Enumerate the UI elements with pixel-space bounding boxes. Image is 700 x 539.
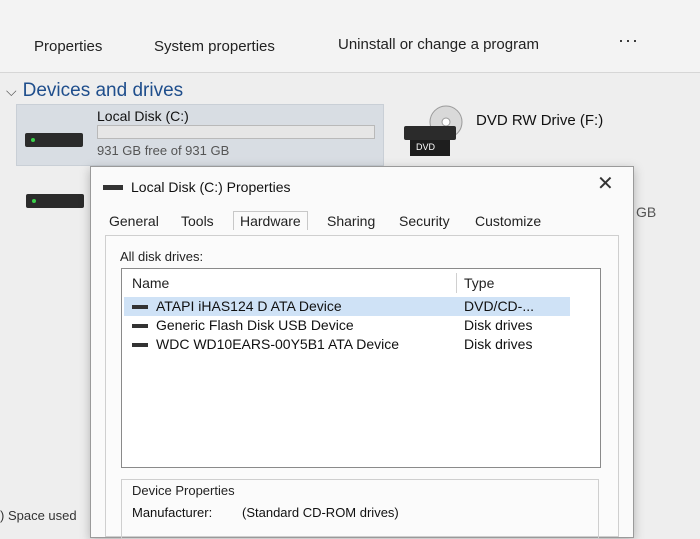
hard-disk-icon: [26, 194, 84, 208]
all-disk-drives-label: All disk drives:: [120, 249, 204, 264]
device-name: Generic Flash Disk USB Device: [156, 317, 354, 333]
properties-button[interactable]: Properties: [34, 38, 102, 55]
devices-and-drives-header[interactable]: ⌵ Devices and drives: [6, 80, 183, 102]
close-icon[interactable]: ✕: [597, 171, 614, 196]
list-item[interactable]: Generic Flash Disk USB Device Disk drive…: [124, 316, 570, 335]
device-name: WDC WD10EARS-00Y5B1 ATA Device: [156, 336, 400, 352]
tab-customize[interactable]: Customize: [475, 213, 541, 229]
column-divider[interactable]: [456, 273, 457, 293]
drive-local-disk-c[interactable]: Local Disk (C:) 931 GB free of 931 GB: [16, 104, 384, 166]
dvd-drive-name[interactable]: DVD RW Drive (F:): [476, 112, 603, 129]
device-type: DVD/CD-...: [464, 298, 534, 314]
properties-dialog: Local Disk (C:) Properties ✕ General Too…: [90, 166, 634, 539]
column-header-name[interactable]: Name: [132, 275, 169, 291]
tab-general[interactable]: General: [109, 213, 159, 229]
dvd-badge: DVD: [416, 142, 436, 152]
device-name: ATAPI iHAS124 D ATA Device: [156, 298, 342, 314]
device-properties-group: Device Properties Manufacturer: (Standar…: [121, 479, 599, 539]
device-type: Disk drives: [464, 336, 533, 352]
status-bar-text: ) Space used: [0, 508, 77, 523]
more-options-button[interactable]: ···: [618, 30, 639, 51]
chevron-down-icon: ⌵: [6, 83, 17, 99]
system-properties-button[interactable]: System properties: [154, 38, 275, 55]
manufacturer-label: Manufacturer:: [132, 505, 213, 520]
drive-c-usage-bar: [97, 125, 375, 139]
tab-security[interactable]: Security: [399, 213, 450, 229]
uninstall-program-button[interactable]: Uninstall or change a program: [338, 36, 539, 53]
manufacturer-value: (Standard CD-ROM drives): [242, 505, 399, 520]
list-item[interactable]: ATAPI iHAS124 D ATA Device DVD/CD-...: [124, 297, 570, 316]
column-header-type[interactable]: Type: [464, 275, 494, 291]
tab-hardware[interactable]: Hardware: [233, 211, 308, 230]
drive-icon: [132, 305, 148, 309]
drive-icon: [132, 324, 148, 328]
device-properties-title: Device Properties: [132, 483, 235, 498]
section-title: Devices and drives: [22, 80, 184, 101]
disk-title-icon: [103, 185, 123, 190]
tab-tools[interactable]: Tools: [181, 213, 214, 229]
dvd-drive-icon[interactable]: DVD: [400, 104, 464, 158]
device-type: Disk drives: [464, 317, 533, 333]
drive-c-free-space: 931 GB free of 931 GB: [97, 143, 230, 158]
drive-c-name: Local Disk (C:): [97, 108, 189, 124]
dialog-title: Local Disk (C:) Properties: [131, 179, 291, 195]
ribbon-toolbar: Properties System properties Uninstall o…: [0, 0, 700, 73]
list-item[interactable]: WDC WD10EARS-00Y5B1 ATA Device Disk driv…: [124, 335, 570, 354]
drive-icon: [132, 343, 148, 347]
tab-sharing[interactable]: Sharing: [327, 213, 375, 229]
disk-drives-list[interactable]: Name Type ATAPI iHAS124 D ATA Device DVD…: [121, 268, 601, 468]
hard-disk-icon: [25, 133, 83, 147]
drive-size-fragment: GB: [636, 204, 657, 220]
